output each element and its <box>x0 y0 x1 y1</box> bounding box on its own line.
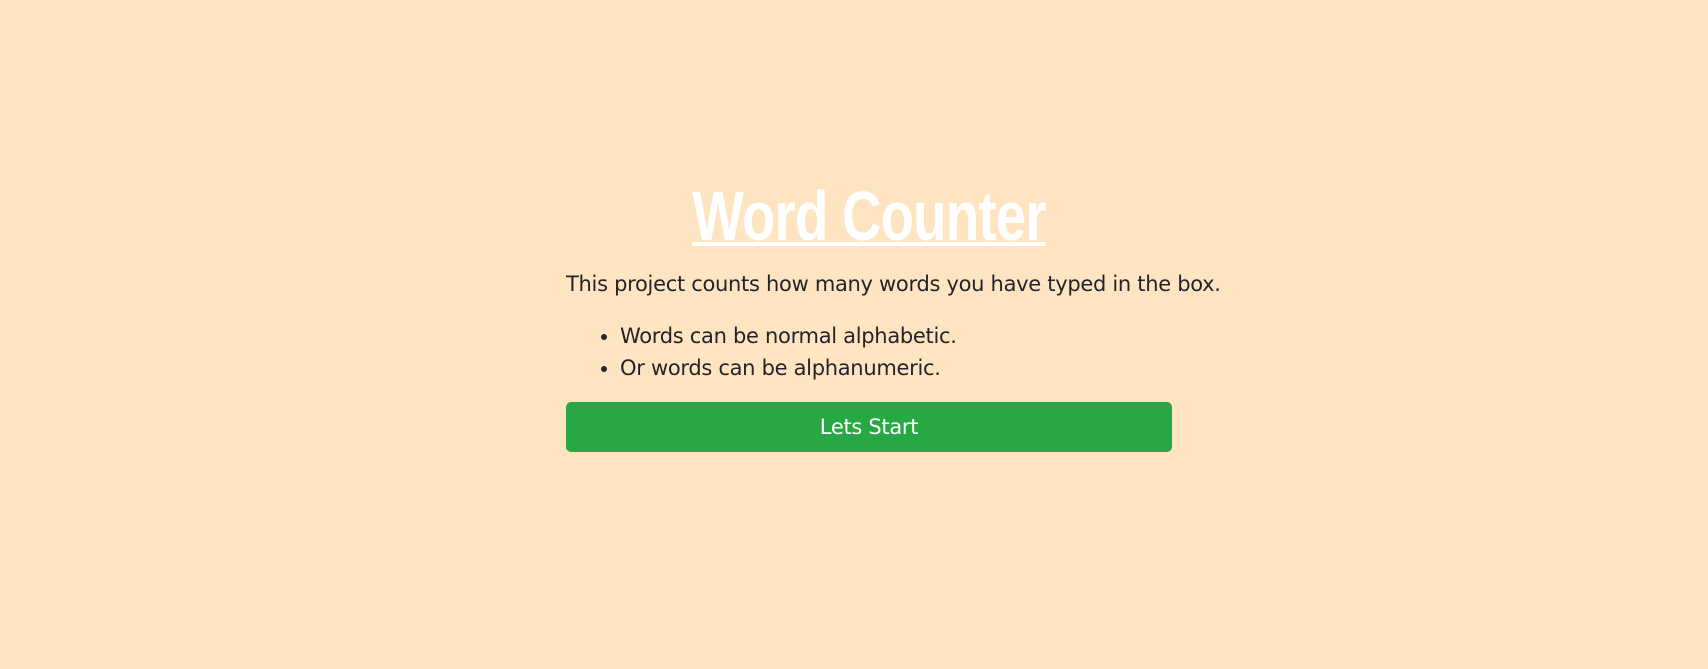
page-title: Word Counter <box>692 177 1046 255</box>
list-item: Or words can be alphanumeric. <box>620 352 1172 384</box>
intro-card: Word Counter This project counts how man… <box>566 177 1221 452</box>
page: Word Counter This project counts how man… <box>0 0 1708 669</box>
project-description: This project counts how many words you h… <box>566 272 1221 296</box>
rules-list: Words can be normal alphabetic. Or words… <box>566 320 1172 384</box>
start-button[interactable]: Lets Start <box>566 402 1172 452</box>
list-item: Words can be normal alphabetic. <box>620 320 1172 352</box>
